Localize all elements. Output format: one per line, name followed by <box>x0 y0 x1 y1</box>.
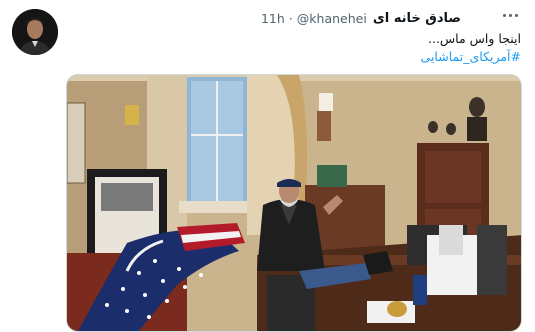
header-separator: · <box>288 10 293 26</box>
author-handle[interactable]: @khanehei <box>297 11 367 26</box>
tweet-timestamp[interactable]: 11h <box>261 11 285 26</box>
avatar-image <box>12 9 58 55</box>
office-photo <box>67 75 521 331</box>
tweet-header: 11h · @khanehei صادق خانه ای <box>261 9 461 27</box>
tweet-text-line: اینجا واس ماس... <box>428 31 521 46</box>
author-name[interactable]: صادق خانه ای <box>373 11 461 26</box>
author-avatar[interactable] <box>12 9 58 55</box>
tweet-hashtag-link[interactable]: #آمریکای_تماشایی <box>101 48 521 66</box>
tweet-card[interactable]: 11h · @khanehei صادق خانه ای اینجا واس م… <box>0 0 535 332</box>
more-options-icon[interactable] <box>503 9 523 21</box>
tweet-photo[interactable] <box>66 74 522 332</box>
tweet-text: اینجا واس ماس... #آمریکای_تماشایی <box>101 30 521 66</box>
